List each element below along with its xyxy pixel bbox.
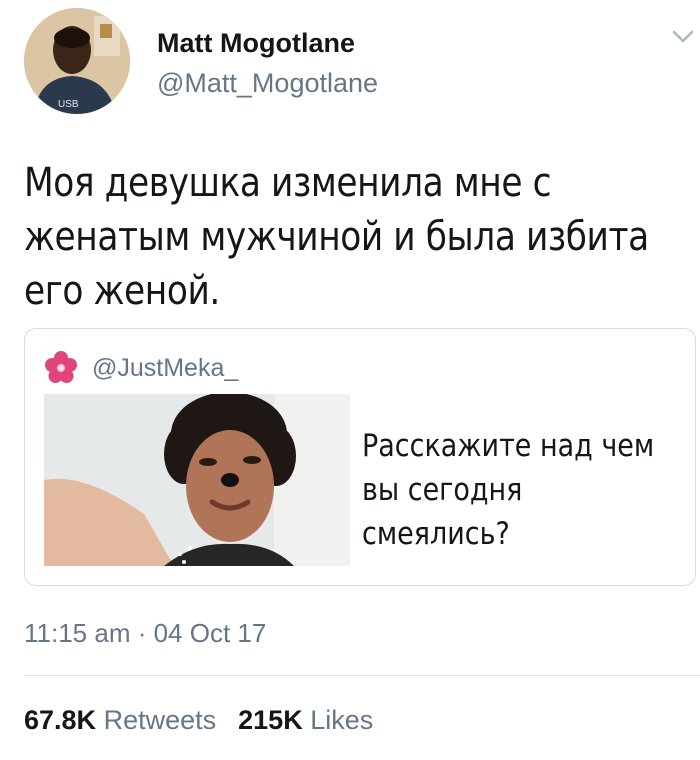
author-handle[interactable]: @Matt_Mogotlane: [157, 68, 378, 99]
divider: [24, 675, 700, 676]
avatar-shirt-text: USB: [58, 99, 79, 110]
likes-count: 215K: [238, 705, 303, 735]
likes-stat[interactable]: 215K Likes: [238, 705, 373, 736]
author-avatar[interactable]: USB: [24, 8, 130, 114]
author-name[interactable]: Matt Mogotlane: [157, 28, 355, 59]
quoted-tweet-photo[interactable]: [44, 394, 350, 566]
quoted-tweet-text: Расскажите над чем вы сегодня смеялись?: [362, 428, 655, 552]
pink-flower-icon: [45, 351, 77, 383]
chevron-down-icon[interactable]: [672, 30, 694, 44]
likes-label: Likes: [310, 705, 374, 735]
retweets-label: Retweets: [103, 705, 217, 735]
tweet-text: Моя девушка изменила мне с женатым мужчи…: [24, 160, 649, 314]
selfie-image: [44, 394, 350, 566]
retweets-count: 67.8K: [24, 705, 97, 735]
retweets-stat[interactable]: 67.8K Retweets: [24, 705, 216, 736]
quoted-tweet-handle[interactable]: @JustMeka_: [92, 354, 238, 383]
tweet-stats: 67.8K Retweets 215K Likes: [24, 705, 395, 736]
tweet-timestamp[interactable]: 11:15 am · 04 Oct 17: [24, 618, 266, 649]
avatar-photo: USB: [24, 8, 130, 114]
